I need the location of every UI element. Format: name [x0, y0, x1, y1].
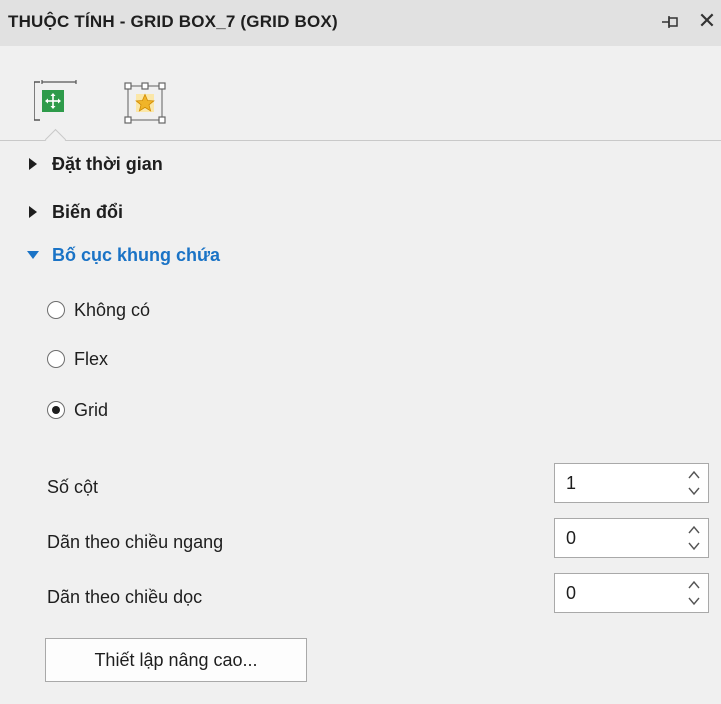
section-transform[interactable]: Biến đổi — [26, 198, 123, 226]
radio-button-checked[interactable] — [47, 401, 65, 419]
pin-icon[interactable] — [660, 12, 680, 32]
effects-star-icon — [124, 82, 166, 124]
tab-layout[interactable] — [33, 80, 78, 124]
spinner-arrows-icon[interactable] — [684, 467, 704, 499]
radio-grid-label: Grid — [74, 399, 109, 420]
tab-effects[interactable] — [124, 82, 168, 126]
panel-titlebar: THUỘC TÍNH - GRID BOX_7 (GRID BOX) ✕ — [0, 0, 721, 46]
columns-label: Số cột — [47, 477, 99, 497]
radio-grid[interactable]: Grid — [47, 396, 108, 424]
panel-title: THUỘC TÍNH - GRID BOX_7 (GRID BOX) — [8, 12, 338, 31]
vertical-gap-label: Dãn theo chiều dọc — [47, 587, 203, 607]
layout-move-icon — [33, 80, 77, 121]
radio-none[interactable]: Không có — [47, 296, 150, 324]
columns-input[interactable] — [566, 473, 676, 494]
radio-button[interactable] — [47, 350, 65, 368]
properties-panel: THUỘC TÍNH - GRID BOX_7 (GRID BOX) ✕ Đặt… — [0, 0, 721, 704]
section-container-layout-label: Bố cục khung chứa — [52, 244, 221, 265]
tab-selection-notch — [44, 128, 67, 151]
section-container-layout[interactable]: Bố cục khung chứa — [26, 241, 220, 269]
section-transform-label: Biến đổi — [52, 201, 123, 222]
radio-none-label: Không có — [74, 299, 151, 320]
advanced-settings-button[interactable]: Thiết lập nâng cao... — [45, 638, 307, 682]
tab-strip — [0, 46, 721, 151]
close-icon[interactable]: ✕ — [696, 9, 718, 33]
radio-flex[interactable]: Flex — [47, 345, 108, 373]
horizontal-gap-spinbox[interactable] — [554, 518, 709, 558]
tab-divider — [0, 140, 721, 141]
section-timing-label: Đặt thời gian — [52, 153, 163, 174]
vertical-gap-input[interactable] — [566, 583, 676, 604]
radio-button[interactable] — [47, 301, 65, 319]
vertical-gap-spinbox[interactable] — [554, 573, 709, 613]
horizontal-gap-input[interactable] — [566, 528, 676, 549]
caret-down-icon — [26, 248, 40, 262]
spinner-arrows-icon[interactable] — [684, 577, 704, 609]
caret-right-icon — [26, 205, 40, 219]
horizontal-gap-label: Dãn theo chiều ngang — [47, 532, 224, 552]
caret-right-icon — [26, 157, 40, 171]
spinner-arrows-icon[interactable] — [684, 522, 704, 554]
section-timing[interactable]: Đặt thời gian — [26, 150, 163, 178]
columns-spinbox[interactable] — [554, 463, 709, 503]
radio-flex-label: Flex — [74, 348, 109, 369]
